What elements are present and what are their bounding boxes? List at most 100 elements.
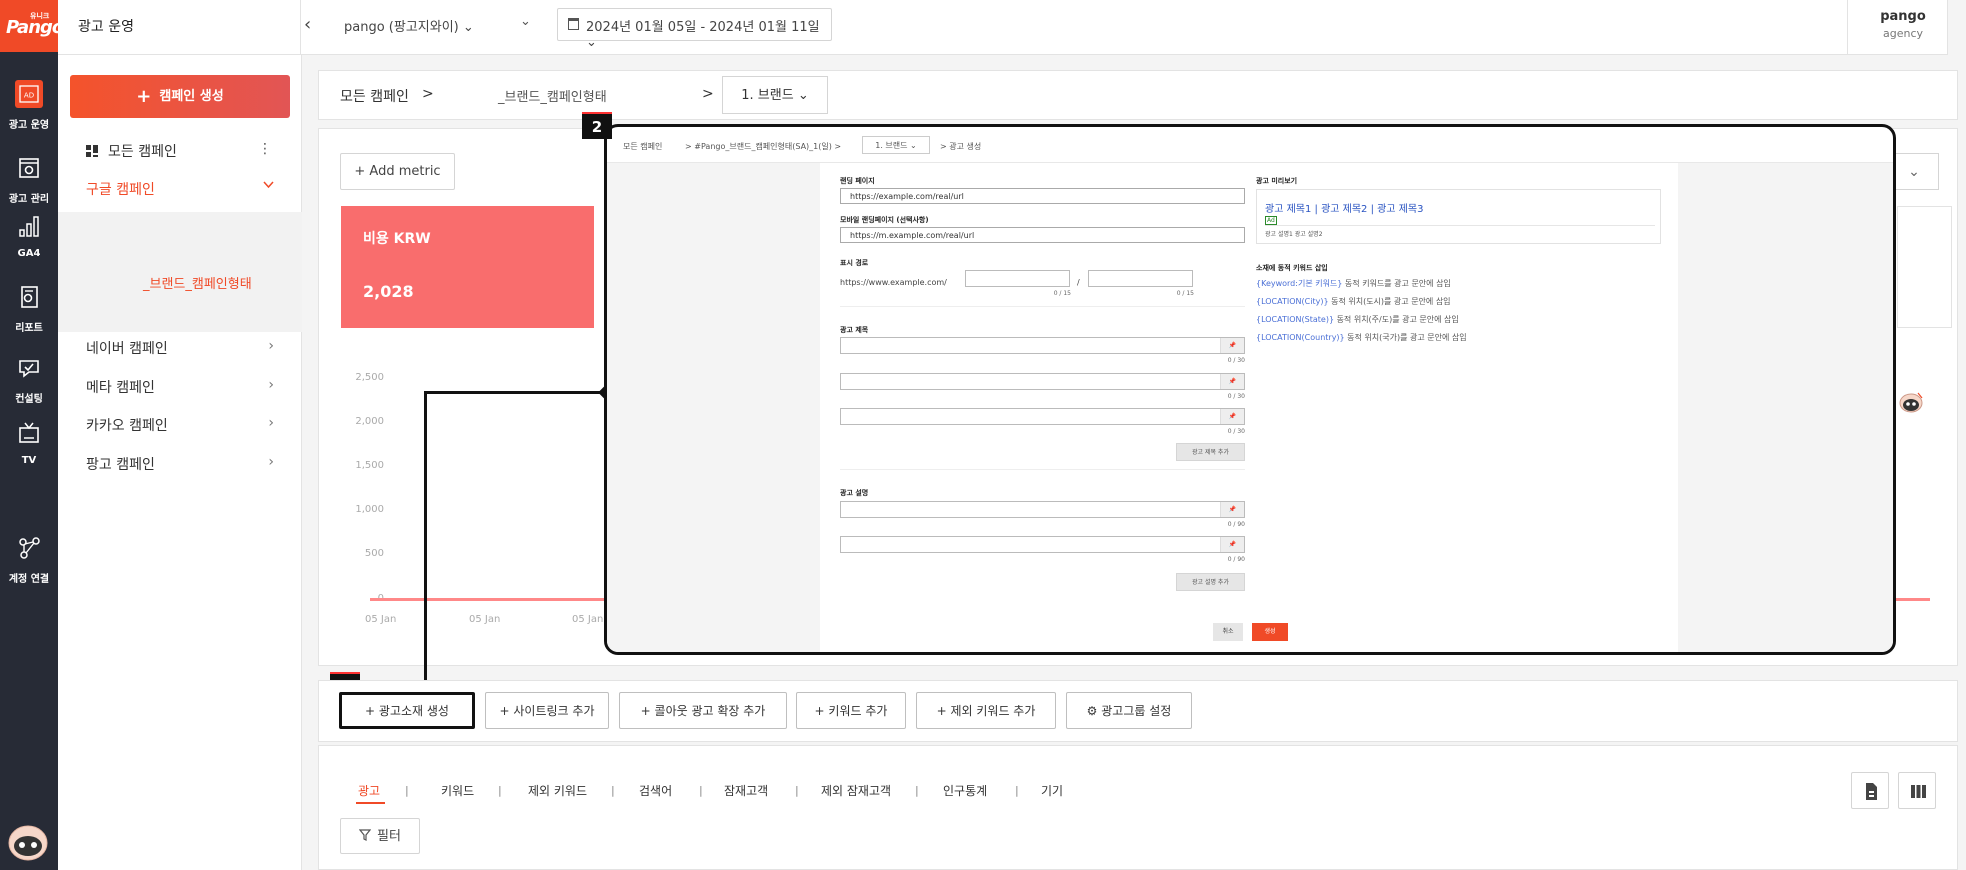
breadcrumb-all-campaigns[interactable]: 모든 캠페인 [340,86,409,106]
dynamic-keyword-item[interactable]: {LOCATION(State)} 동적 위치(주/도)를 광고 문안에 삽입 [1256,314,1459,325]
sidebar-item-label: 팡고 캠페인 [86,457,155,473]
date-range-picker[interactable]: 2024년 01월 05일 - 2024년 01월 11일 ⌄ [557,8,832,50]
tab-separator: | [699,784,703,797]
add-keyword-button[interactable]: + 키워드 추가 [796,692,906,729]
metric-card[interactable] [1897,206,1952,328]
scrollbar[interactable] [1947,0,1966,55]
chevron-down-icon[interactable]: ⌄ [1889,153,1939,190]
tab-negative-keywords[interactable]: 제외 키워드 [528,782,587,799]
sidebar-item-label: 네이버 캠페인 [86,341,168,357]
landing-url-input[interactable]: https://example.com/real/url [840,188,1245,204]
filter-label: 필터 [377,829,401,844]
ad-desc-1-input[interactable]: 📌 [840,501,1245,518]
rail-item-consulting[interactable]: 컨설팅 [0,348,58,412]
tab-separator: | [405,784,409,797]
display-path-2-input[interactable] [1088,270,1193,287]
sidebar-item-all-campaigns[interactable]: 모든 캠페인 ⋮ [86,141,286,161]
mascot-avatar-icon[interactable] [6,822,50,862]
ad-preview-label: 광고 미리보기 [1256,177,1298,185]
ad-desc-2-input[interactable]: 📌 [840,536,1245,553]
add-sitelink-button[interactable]: + 사이트링크 추가 [485,692,609,729]
ad-title-1-input[interactable]: 📌 [840,337,1245,354]
display-path-base: https://www.example.com/ [840,278,947,287]
ad-icon: AD [15,80,43,108]
chevron-down-icon[interactable]: ⌄ [520,14,531,29]
breadcrumb-campaign[interactable]: _브랜드_캠페인형태 [498,86,607,105]
rail-item-ad-ops[interactable]: AD 광고 운영 [0,74,58,138]
ad-title-2-input[interactable]: 📌 [840,373,1245,390]
overlay-adgroup-select[interactable]: 1. 브랜드 ⌄ [862,136,930,154]
adgroup-settings-button[interactable]: ⚙ 광고그룹 설정 [1066,692,1192,729]
pin-icon[interactable]: 📌 [1220,409,1244,424]
rail-item-ad-manage[interactable]: 광고 관리 [0,148,58,212]
overlay-breadcrumb-end: > 광고 생성 [940,142,982,151]
y-tick: 1,000 [355,504,384,515]
agency-brand[interactable]: pango [1868,9,1938,24]
overlay-breadcrumb-path[interactable]: > #Pango_브랜드_캠페인형태(SA)_1(일) > [685,141,841,152]
display-path-1-input[interactable] [965,270,1070,287]
cost-metric-card[interactable]: 비용 KRW 2,028 [341,206,594,328]
create-campaign-button[interactable]: + 캠페인 생성 [70,75,290,118]
mobile-landing-label: 모바일 랜딩페이지 (선택사항) [840,216,929,224]
add-negative-keyword-button[interactable]: + 제외 키워드 추가 [916,692,1056,729]
rail-item-ga4[interactable]: GA4 [0,206,58,270]
tab-negative-audiences[interactable]: 제외 잠재고객 [821,782,891,799]
pango-logo[interactable]: 유니크 Pango [0,0,64,52]
pin-icon[interactable]: 📌 [1220,502,1244,517]
overlay-breadcrumb-all[interactable]: 모든 캠페인 [623,141,662,152]
dynamic-keyword-item[interactable]: {Keyword:기본 키워드} 동적 키워드를 광고 문안에 삽입 [1256,278,1451,289]
ad-title-3-input[interactable]: 📌 [840,408,1245,425]
char-count: 0 / 15 [1053,290,1071,297]
pin-icon[interactable]: 📌 [1220,537,1244,552]
sidebar-item-google[interactable]: 구글 캠페인 [86,179,286,199]
add-ad-title-button[interactable]: 광고 제목 추가 [1176,443,1245,461]
more-icon[interactable]: ⋮ [258,141,272,157]
add-metric-button[interactable]: + Add metric [340,153,455,190]
add-callout-button[interactable]: + 콜아웃 광고 확장 추가 [619,692,787,729]
rail-item-account-link[interactable]: 계정 연결 [0,528,58,592]
dynamic-keyword-desc: 동적 위치(국가)를 광고 문안에 삽입 [1344,333,1467,342]
dynamic-keyword-item[interactable]: {LOCATION(City)} 동적 위치(도시)를 광고 문안에 삽입 [1256,296,1451,307]
tab-devices[interactable]: 기기 [1041,782,1063,799]
export-file-button[interactable] [1851,772,1889,809]
callout-connector [424,391,606,394]
sidebar-item-naver[interactable]: 네이버 캠페인 › [86,338,286,358]
account-selector[interactable]: pango (팡고지와이) ⌄ [344,16,474,35]
chatbot-icon[interactable] [1898,390,1924,414]
tab-demographics[interactable]: 인구통계 [943,782,987,799]
display-path-slash: / [1077,278,1080,287]
sidebar-item-label: 모든 캠페인 [108,144,177,160]
sidebar-item-kakao[interactable]: 카카오 캠페인 › [86,415,286,435]
adgroup-select[interactable]: 1. 브랜드 ⌄ [722,76,828,114]
mobile-landing-url-input[interactable]: https://m.example.com/real/url [840,227,1245,243]
pin-icon[interactable]: 📌 [1220,338,1244,353]
filter-button[interactable]: 필터 [340,818,420,854]
chevron-right-icon: › [268,377,274,393]
dynamic-keyword-item[interactable]: {LOCATION(Country)} 동적 위치(국가)를 광고 문안에 삽입 [1256,332,1467,343]
rail-item-tv[interactable]: TV [0,413,58,477]
chevron-left-icon[interactable]: ‹ [304,14,311,35]
sidebar-item-meta[interactable]: 메타 캠페인 › [86,377,286,397]
columns-button[interactable] [1898,772,1936,809]
tab-search-terms[interactable]: 검색어 [639,782,672,799]
create-ad-asset-button[interactable]: + 광고소재 생성 [339,692,475,729]
char-count: 0 / 90 [1227,521,1245,528]
cancel-button[interactable]: 취소 [1213,623,1243,641]
create-ad-button[interactable]: 생성 [1252,623,1288,641]
tab-ads[interactable]: 광고 [358,782,380,799]
x-tick: 05 Jan [365,614,397,625]
tab-keywords[interactable]: 키워드 [441,782,474,799]
rail-item-report[interactable]: 리포트 [0,277,58,341]
dynamic-keyword-token: {LOCATION(Country)} [1256,333,1345,342]
page-title: 광고 운영 [78,19,134,35]
pin-icon[interactable]: 📌 [1220,374,1244,389]
sidebar-item-label: 카카오 캠페인 [86,418,168,434]
tab-audiences[interactable]: 잠재고객 [724,782,768,799]
sidebar-subitem-google-campaign[interactable]: _브랜드_캠페인형태 [58,212,302,332]
add-ad-desc-button[interactable]: 광고 설명 추가 [1176,573,1245,591]
sidebar-item-pango[interactable]: 팡고 캠페인 › [86,454,286,474]
gear-icon: ⚙ [1086,704,1102,718]
sidebar-item-label: 메타 캠페인 [86,380,155,396]
network-icon [19,537,40,559]
create-campaign-label: 캠페인 생성 [159,89,224,104]
